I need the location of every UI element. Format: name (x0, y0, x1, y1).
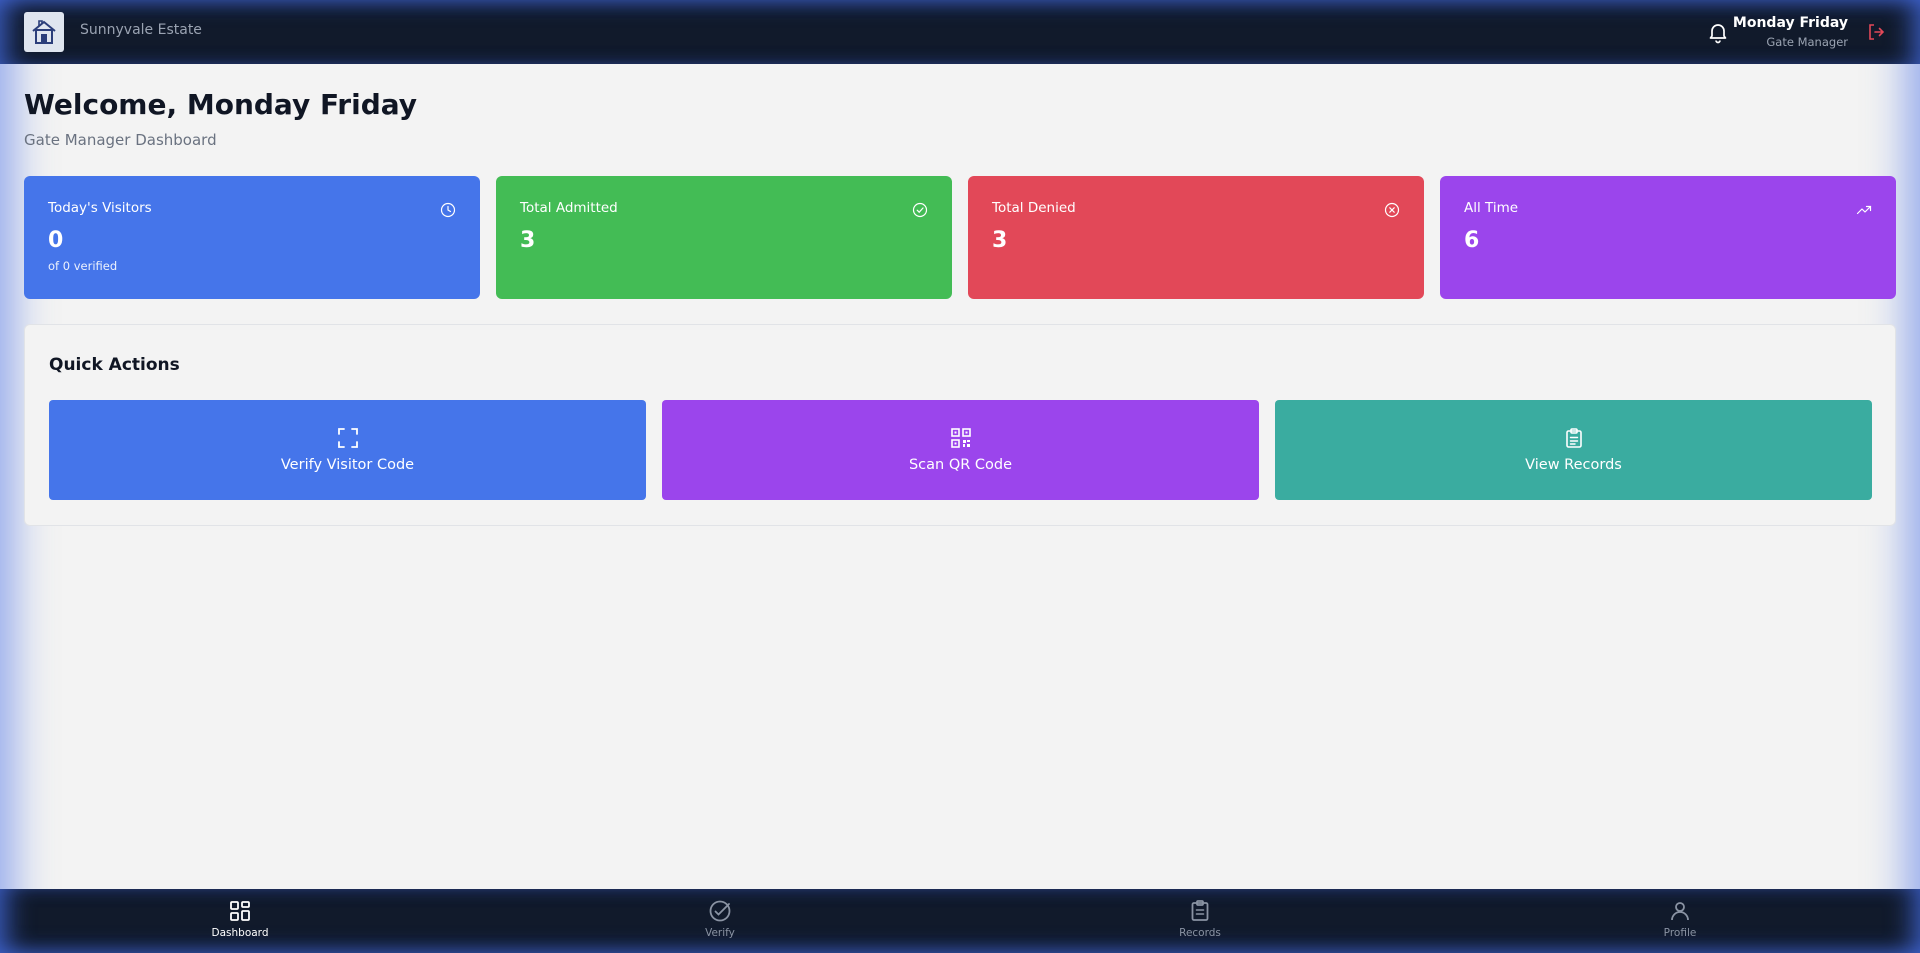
stat-value: 6 (1464, 228, 1480, 253)
stat-card-total-denied: Total Denied 3 (968, 176, 1424, 299)
clipboard-icon (1191, 900, 1209, 921)
verify-visitor-code-button[interactable]: Verify Visitor Code (49, 400, 646, 500)
trending-up-icon (1856, 205, 1872, 215)
check-circle-icon (709, 900, 731, 922)
page-subtitle: Gate Manager Dashboard (24, 131, 217, 149)
nav-label: Verify (705, 927, 735, 939)
action-label: Verify Visitor Code (280, 457, 415, 473)
user-name: Monday Friday (1732, 15, 1848, 31)
stat-value: 0 (48, 228, 64, 253)
logout-icon[interactable] (1866, 22, 1886, 42)
stat-label: Total Admitted (520, 200, 618, 216)
stat-label: All Time (1464, 200, 1519, 216)
stat-value: 3 (992, 228, 1008, 253)
page-title: Welcome, Monday Friday (24, 88, 418, 121)
stat-card-total-admitted: Total Admitted 3 (496, 176, 952, 299)
app-frame: Sunnyvale Estate Monday Friday Gate Mana… (0, 0, 1920, 953)
nav-item-verify[interactable]: Verify (660, 899, 780, 939)
stat-sub: of 0 verified (48, 259, 118, 273)
stat-value: 3 (520, 228, 536, 253)
dashboard-icon (230, 901, 250, 921)
user-icon (1671, 902, 1689, 921)
nav-label: Dashboard (211, 927, 269, 939)
stat-label: Today's Visitors (48, 200, 152, 216)
scan-frame-icon (337, 428, 358, 448)
qr-code-icon (950, 428, 971, 448)
top-bar: Sunnyvale Estate Monday Friday Gate Mana… (0, 0, 1920, 64)
house-logo-icon (32, 20, 56, 44)
clock-icon (440, 202, 456, 218)
nav-label: Profile (1663, 927, 1697, 939)
nav-item-profile[interactable]: Profile (1620, 899, 1740, 939)
nav-item-dashboard[interactable]: Dashboard (180, 899, 300, 939)
view-records-button[interactable]: View Records (1275, 400, 1872, 500)
clipboard-icon (1565, 428, 1582, 448)
nav-label: Records (1179, 927, 1221, 939)
check-circle-icon (912, 202, 928, 218)
scan-qr-code-button[interactable]: Scan QR Code (662, 400, 1259, 500)
action-label: View Records (1525, 457, 1622, 473)
stat-card-all-time: All Time 6 (1440, 176, 1896, 299)
stat-card-todays-visitors: Today's Visitors 0 of 0 verified (24, 176, 480, 299)
estate-logo[interactable] (24, 12, 64, 52)
quick-actions-panel: Quick Actions Verify Visitor Code Scan Q… (24, 324, 1896, 526)
bell-icon[interactable] (1706, 20, 1730, 44)
nav-item-records[interactable]: Records (1140, 899, 1260, 939)
user-role: Gate Manager (1766, 35, 1848, 49)
x-circle-icon (1384, 202, 1400, 218)
quick-actions-title: Quick Actions (49, 355, 180, 375)
bottom-nav: Dashboard Verify Records Profile (0, 889, 1920, 953)
action-label: Scan QR Code (908, 457, 1013, 473)
estate-name: Sunnyvale Estate (80, 22, 202, 38)
stat-label: Total Denied (992, 200, 1076, 216)
